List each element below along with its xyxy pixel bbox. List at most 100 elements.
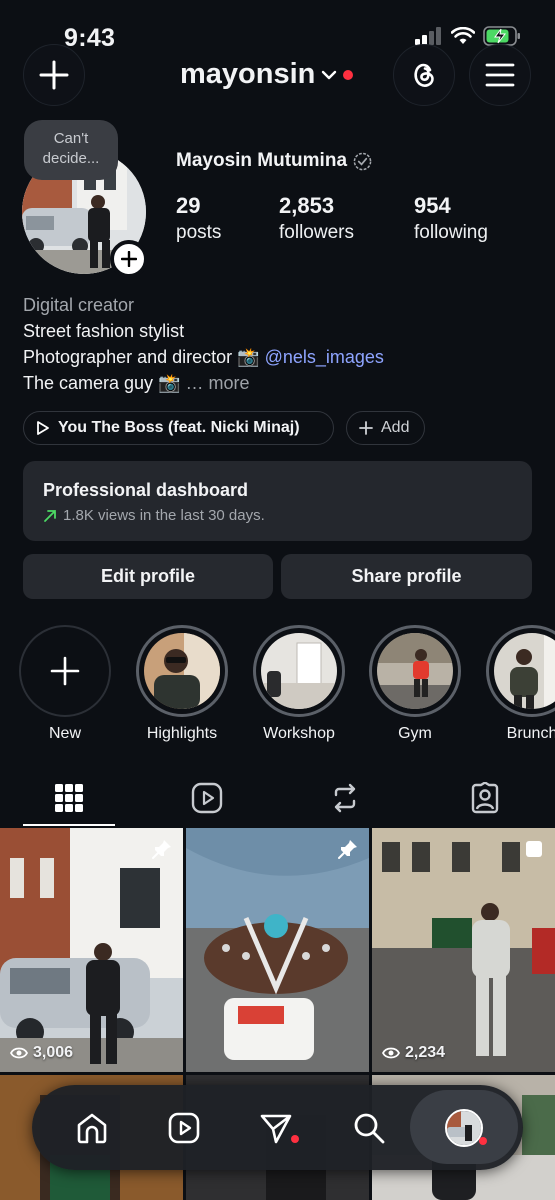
tab-tagged[interactable] xyxy=(465,778,505,818)
camera-emoji-icon: 📸 xyxy=(158,373,181,393)
post-thumbnail xyxy=(186,828,369,1072)
plus-icon xyxy=(39,60,69,90)
stat-label: posts xyxy=(176,222,222,243)
note-bubble[interactable]: Can't decide... xyxy=(24,120,118,180)
eye-icon xyxy=(382,1047,400,1059)
dashboard-subtitle-text: 1.8K views in the last 30 days. xyxy=(63,507,265,524)
post-views-text: 2,234 xyxy=(405,1044,446,1061)
highlight-new-ring xyxy=(19,625,111,717)
highlight-label: Brunch xyxy=(506,725,555,742)
highlight-cover xyxy=(144,633,220,709)
reels-play-icon xyxy=(191,782,223,814)
battery-charging-icon xyxy=(483,26,520,46)
add-chip-label: Add xyxy=(381,419,410,436)
full-name: Mayosin Mutumina xyxy=(176,150,372,172)
chevron-down-icon xyxy=(322,70,337,79)
tab-grid[interactable] xyxy=(49,778,89,818)
music-chip-label: You The Boss (feat. Nicki Minaj) xyxy=(58,419,300,436)
verified-badge-icon xyxy=(353,152,372,170)
highlight-cover xyxy=(261,633,337,709)
nav-profile-button[interactable] xyxy=(439,1103,489,1153)
wifi-icon xyxy=(451,27,475,44)
threads-icon xyxy=(414,63,434,87)
direct-send-icon xyxy=(260,1114,292,1144)
post-tile[interactable] xyxy=(186,828,369,1072)
add-link-chip[interactable]: Add xyxy=(346,411,425,445)
highlight-label: Workshop xyxy=(263,725,335,742)
profile-notification-dot xyxy=(479,1137,487,1145)
highlight-brunch[interactable]: Brunch xyxy=(486,625,555,743)
highlight-ring xyxy=(136,625,228,717)
highlight-label: Highlights xyxy=(146,725,218,742)
post-thumbnail xyxy=(372,828,555,1072)
username-switcher[interactable]: mayonsin xyxy=(180,58,354,91)
nav-home-button[interactable] xyxy=(67,1103,117,1153)
highlight-ring xyxy=(253,625,345,717)
stat-value: 2,853 xyxy=(279,193,335,218)
tab-reposts[interactable] xyxy=(325,778,365,818)
bio-line: The camera guy 📸 … more xyxy=(23,370,384,396)
bio-more-link[interactable]: more xyxy=(209,373,250,393)
pin-icon xyxy=(152,840,171,859)
plus-icon xyxy=(121,251,137,267)
dashboard-subtitle: 1.8K views in the last 30 days. xyxy=(43,507,512,524)
highlight-new[interactable]: New xyxy=(19,625,111,743)
hamburger-menu-icon xyxy=(485,63,515,87)
nav-messages-button[interactable] xyxy=(251,1103,301,1153)
professional-dashboard[interactable]: Professional dashboard 1.8K views in the… xyxy=(23,461,532,541)
stat-value: 954 xyxy=(414,193,451,218)
edit-profile-button[interactable]: Edit profile xyxy=(23,554,273,599)
post-tile[interactable]: 3,006 xyxy=(0,828,183,1072)
nav-avatar-photo xyxy=(447,1111,481,1145)
post-tile[interactable]: 2,234 xyxy=(372,828,555,1072)
highlight-cover-photo xyxy=(494,633,555,709)
music-chip[interactable]: You The Boss (feat. Nicki Minaj) xyxy=(23,411,334,445)
highlight-cover-photo xyxy=(261,633,337,709)
highlight-label: Gym xyxy=(398,725,432,742)
stat-following[interactable]: 954 following xyxy=(414,193,488,244)
bio-text: Photographer and director xyxy=(23,347,233,367)
highlight-gym[interactable]: Gym xyxy=(369,625,461,743)
share-profile-button[interactable]: Share profile xyxy=(281,554,532,599)
post-thumbnail xyxy=(0,828,183,1072)
bio: Digital creator Street fashion stylist P… xyxy=(23,292,384,396)
play-icon xyxy=(37,421,49,435)
post-view-count: 3,006 xyxy=(10,1044,73,1062)
stat-followers[interactable]: 2,853 followers xyxy=(279,193,354,244)
stat-value: 29 xyxy=(176,193,201,218)
tab-reels[interactable] xyxy=(187,778,227,818)
dashboard-title: Professional dashboard xyxy=(43,480,249,500)
menu-button[interactable] xyxy=(469,44,531,106)
tagged-person-icon xyxy=(471,782,499,814)
highlight-cover xyxy=(494,633,555,709)
bio-line: Photographer and director 📸 @nels_images xyxy=(23,344,384,370)
nav-search-button[interactable] xyxy=(344,1103,394,1153)
post-views-text: 3,006 xyxy=(33,1044,74,1061)
highlight-ring xyxy=(369,625,461,717)
highlight-cover-photo xyxy=(144,633,220,709)
grid-icon xyxy=(55,784,83,812)
bio-mention-link[interactable]: @nels_images xyxy=(265,347,384,367)
stat-label: followers xyxy=(279,222,354,243)
highlight-highlights[interactable]: Highlights xyxy=(136,625,228,743)
highlight-label: New xyxy=(48,725,81,742)
header-username: mayonsin xyxy=(180,58,316,90)
cellular-signal-icon xyxy=(415,27,441,45)
bio-ellipsis: … xyxy=(185,373,204,393)
messages-notification-dot xyxy=(291,1135,299,1143)
threads-button[interactable] xyxy=(393,44,455,106)
highlight-workshop[interactable]: Workshop xyxy=(253,625,345,743)
nav-profile-avatar xyxy=(445,1109,483,1147)
bio-category: Digital creator xyxy=(23,295,135,315)
home-icon xyxy=(77,1113,107,1144)
eye-icon xyxy=(10,1047,28,1059)
trend-up-arrow-icon xyxy=(44,509,56,522)
add-story-button[interactable] xyxy=(110,240,148,278)
stat-posts[interactable]: 29 posts xyxy=(176,193,221,244)
create-button[interactable] xyxy=(23,44,85,106)
pin-icon xyxy=(338,840,357,859)
reels-icon xyxy=(168,1112,200,1144)
nav-reels-button[interactable] xyxy=(159,1103,209,1153)
bio-text: The camera guy xyxy=(23,373,154,393)
camera-emoji-icon: 📸 xyxy=(237,347,260,367)
